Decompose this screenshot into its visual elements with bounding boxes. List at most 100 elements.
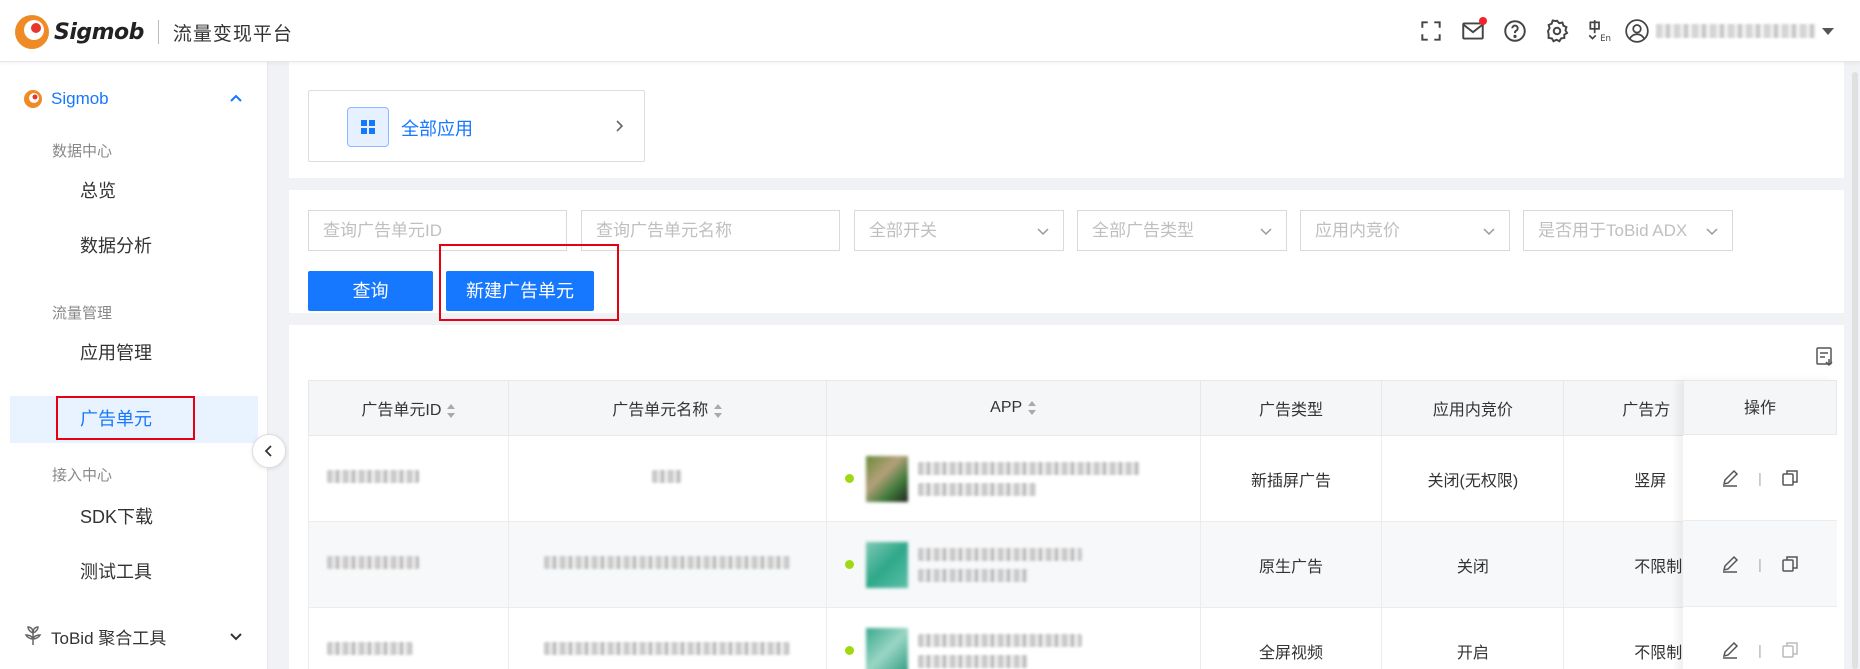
bidding-cell: 关闭	[1381, 521, 1565, 608]
app-cell	[825, 435, 1201, 522]
mail-icon[interactable]	[1452, 0, 1494, 62]
chevron-down-icon	[1706, 228, 1718, 236]
sigmob-logo-icon	[12, 12, 52, 52]
sidebar-item-sdk-download[interactable]: SDK下载	[10, 494, 258, 541]
switch-select-value: 全部开关	[869, 221, 937, 240]
query-button[interactable]: 查询	[308, 271, 433, 311]
sidebar-group-sigmob[interactable]: Sigmob	[0, 86, 268, 112]
col-header-unit-name[interactable]: 广告单元名称	[507, 380, 827, 436]
fullscreen-icon[interactable]	[1410, 0, 1452, 62]
ad-type-cell: 新插屏广告	[1199, 435, 1383, 522]
platform-name: 流量变现平台	[172, 23, 293, 45]
copy-icon[interactable]	[1780, 554, 1800, 574]
sidebar-category-traffic-mgmt: 流量管理	[52, 305, 113, 322]
unit-name-cell	[507, 607, 827, 669]
app-selector[interactable]: 全部应用	[308, 90, 645, 162]
blurred-text	[544, 555, 791, 569]
chevron-up-icon	[230, 94, 242, 102]
app-selector-panel: 全部应用	[289, 62, 1844, 178]
switch-select[interactable]: 全部开关	[854, 210, 1064, 251]
tobid-icon	[24, 626, 42, 645]
sidebar-item-data-analysis[interactable]: 数据分析	[10, 223, 258, 270]
chevron-down-icon	[230, 633, 242, 641]
scrollbar[interactable]	[1852, 72, 1858, 669]
copy-icon[interactable]	[1780, 640, 1800, 660]
col-header-ad-type: 广告类型	[1199, 380, 1383, 436]
sidebar-item-ad-unit[interactable]: 广告单元	[10, 396, 258, 443]
help-icon[interactable]	[1494, 0, 1536, 62]
grid-icon	[347, 107, 389, 147]
blurred-text	[327, 641, 413, 655]
table-row[interactable]: 新插屏广告 关闭(无权限) 竖屏	[308, 435, 1824, 522]
table-row[interactable]: 全屏视频 开启 不限制	[308, 607, 1824, 669]
bidding-cell: 关闭(无权限)	[1381, 435, 1565, 522]
app-icon	[865, 455, 908, 502]
brand-name: Sigmob	[54, 19, 144, 45]
sidebar-item-app-mgmt[interactable]: 应用管理	[10, 330, 258, 377]
sidebar-category-data-center: 数据中心	[52, 143, 113, 160]
top-header: Sigmob 流量变现平台 En	[0, 0, 1860, 62]
ad-unit-id-input[interactable]: 查询广告单元ID	[308, 210, 567, 251]
header-toolbar: En	[1410, 0, 1860, 62]
sort-icon[interactable]	[714, 403, 723, 418]
sidebar-item-test-tools[interactable]: 测试工具	[10, 549, 258, 596]
bidding-cell: 开启	[1381, 607, 1565, 669]
table-panel: 广告单元ID 广告单元名称 APP 广告类型 应用内竞价 广告方 新插屏广告 关…	[289, 325, 1844, 669]
status-dot	[844, 474, 854, 483]
operations-row: |	[1683, 607, 1837, 669]
filter-panel: 查询广告单元ID 查询广告单元名称 全部开关 全部广告类型 应用内竞价 是否用于…	[289, 190, 1844, 313]
table-row[interactable]: 原生广告 关闭 不限制	[308, 521, 1824, 608]
user-menu[interactable]	[1624, 18, 1834, 44]
operations-row: |	[1683, 435, 1837, 521]
sort-icon[interactable]	[1028, 400, 1037, 415]
chevron-down-icon	[1483, 228, 1495, 236]
settings-icon[interactable]	[1536, 0, 1578, 62]
unit-id-cell	[308, 435, 509, 522]
chevron-right-icon	[616, 120, 624, 132]
operations-column: 操作 | | |	[1683, 380, 1837, 669]
sidebar-group-tobid[interactable]: ToBid 聚合工具	[0, 623, 268, 649]
sidebar: Sigmob 数据中心 总览 数据分析 流量管理 应用管理 广告单元 接入中心 …	[0, 62, 268, 669]
status-dot	[844, 560, 854, 569]
svg-text:En: En	[1600, 34, 1611, 44]
table-header-row: 广告单元ID 广告单元名称 APP 广告类型 应用内竞价 广告方	[308, 380, 1824, 436]
user-icon	[1625, 19, 1649, 43]
chevron-left-icon	[264, 445, 272, 457]
app-selector-label: 全部应用	[401, 119, 473, 139]
blurred-text	[327, 555, 419, 569]
sidebar-item-overview[interactable]: 总览	[10, 168, 258, 215]
tobid-adx-select[interactable]: 是否用于ToBid ADX	[1523, 210, 1733, 251]
unit-id-cell	[308, 607, 509, 669]
sidebar-category-access-center: 接入中心	[52, 467, 113, 484]
app-cell	[825, 607, 1201, 669]
ad-type-select[interactable]: 全部广告类型	[1077, 210, 1287, 251]
bidding-select[interactable]: 应用内竞价	[1300, 210, 1510, 251]
ad-type-cell: 全屏视频	[1199, 607, 1383, 669]
edit-icon[interactable]	[1720, 554, 1740, 574]
language-icon[interactable]: En	[1578, 0, 1620, 62]
logo[interactable]: Sigmob 流量变现平台	[12, 12, 293, 52]
sort-icon[interactable]	[447, 403, 456, 418]
edit-icon[interactable]	[1720, 468, 1740, 488]
sidebar-group-label: ToBid 聚合工具	[51, 628, 167, 648]
sidebar-group-label: Sigmob	[51, 89, 109, 108]
sidebar-collapse-button[interactable]	[252, 434, 286, 468]
blurred-text	[327, 469, 419, 483]
blurred-text	[652, 469, 683, 483]
username-blurred	[1656, 24, 1816, 38]
edit-icon[interactable]	[1720, 640, 1740, 660]
export-icon[interactable]	[1814, 345, 1836, 367]
tobid-adx-select-value: 是否用于ToBid ADX	[1538, 221, 1688, 240]
copy-icon[interactable]	[1780, 468, 1800, 488]
chevron-down-icon	[1822, 27, 1834, 35]
col-header-operations: 操作	[1683, 380, 1837, 435]
chevron-down-icon	[1037, 228, 1049, 236]
app-icon	[865, 627, 908, 669]
app-cell	[825, 521, 1201, 608]
col-header-app[interactable]: APP	[825, 380, 1201, 436]
create-ad-unit-button[interactable]: 新建广告单元	[446, 271, 594, 311]
unit-name-cell	[507, 521, 827, 608]
col-header-unit-id[interactable]: 广告单元ID	[308, 380, 509, 436]
ad-unit-table: 广告单元ID 广告单元名称 APP 广告类型 应用内竞价 广告方 新插屏广告 关…	[308, 380, 1824, 669]
ad-unit-name-input[interactable]: 查询广告单元名称	[581, 210, 840, 251]
